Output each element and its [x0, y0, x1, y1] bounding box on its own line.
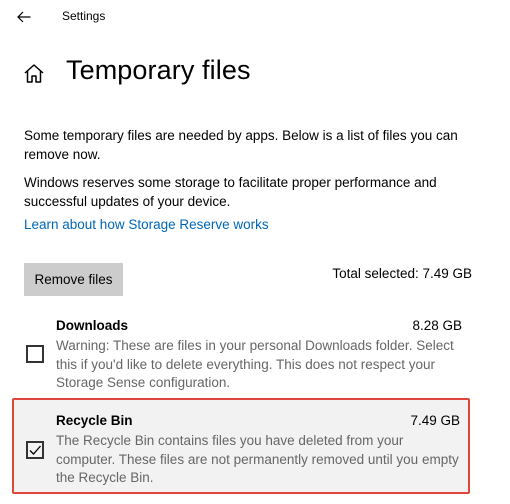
app-title: Settings: [62, 9, 106, 23]
item-name: Recycle Bin: [56, 413, 133, 428]
total-selected-label: Total selected: 7.49 GB: [332, 266, 472, 281]
item-name: Downloads: [56, 318, 129, 333]
file-item-recycle-bin: Recycle Bin 7.49 GB The Recycle Bin cont…: [12, 398, 470, 494]
remove-files-button[interactable]: Remove files: [24, 263, 123, 296]
checkmark-icon: [29, 445, 41, 455]
item-size: 8.28 GB: [412, 318, 462, 333]
file-item-downloads: Downloads 8.28 GB Warning: These are fil…: [12, 309, 472, 395]
intro-paragraph: Some temporary files are needed by apps.…: [24, 128, 458, 162]
back-arrow-icon: [17, 11, 31, 23]
settings-window: Settings Temporary files Some temporary …: [0, 0, 510, 504]
downloads-checkbox[interactable]: [26, 345, 44, 363]
page-title: Temporary files: [66, 55, 251, 85]
item-description: The Recycle Bin contains files you have …: [56, 433, 459, 485]
learn-storage-reserve-link[interactable]: Learn about how Storage Reserve works: [24, 217, 269, 232]
home-icon[interactable]: [22, 62, 46, 86]
item-size: 7.49 GB: [410, 413, 460, 428]
storage-reserve-paragraph: Windows reserves some storage to facilit…: [24, 175, 437, 209]
recycle-bin-checkbox[interactable]: [26, 441, 44, 459]
item-description: Warning: These are files in your persona…: [56, 338, 454, 390]
back-button[interactable]: [10, 4, 38, 30]
title-bar: Settings: [0, 0, 510, 34]
